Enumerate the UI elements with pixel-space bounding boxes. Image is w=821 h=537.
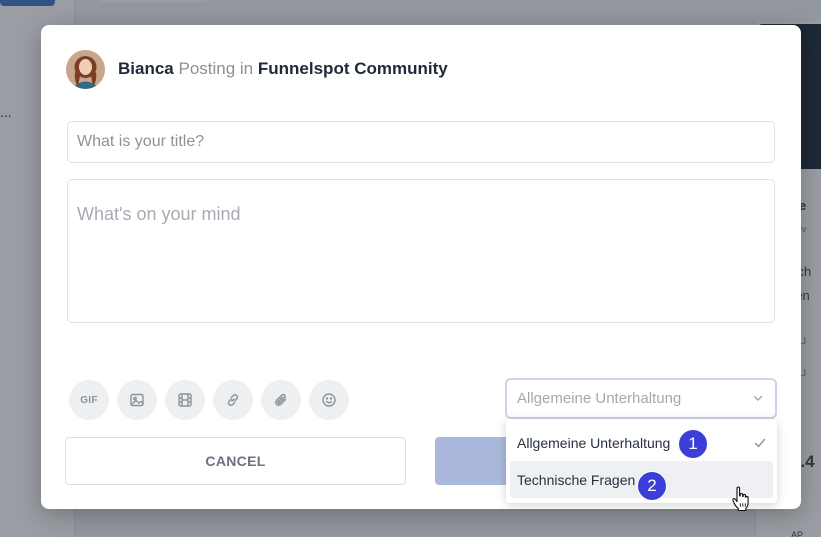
posting-in-label: Posting in <box>178 59 254 78</box>
post-header-text: Bianca Posting in Funnelspot Community <box>118 59 448 79</box>
post-header: Bianca Posting in Funnelspot Community <box>66 49 448 89</box>
cancel-button[interactable]: CANCEL <box>65 437 406 485</box>
check-icon <box>754 438 766 448</box>
category-option-allgemeine-unterhaltung[interactable]: Allgemeine Unterhaltung <box>510 424 773 461</box>
body-textarea[interactable] <box>67 179 775 323</box>
gif-label: GIF <box>80 394 98 406</box>
category-select[interactable]: Allgemeine Unterhaltung <box>505 378 777 419</box>
chevron-down-icon <box>753 395 763 401</box>
step-badge-1: 1 <box>678 429 708 459</box>
emoji-button[interactable] <box>309 380 349 420</box>
image-button[interactable] <box>117 380 157 420</box>
attachment-icon <box>275 393 287 406</box>
video-icon <box>178 393 192 407</box>
link-icon <box>227 394 239 406</box>
attachment-button[interactable] <box>261 380 301 420</box>
link-button[interactable] <box>213 380 253 420</box>
video-button[interactable] <box>165 380 205 420</box>
user-name[interactable]: Bianca <box>118 59 174 78</box>
composer-toolbar: GIF <box>69 380 349 420</box>
category-option-label: Technische Fragen <box>517 471 636 488</box>
category-select-value: Allgemeine Unterhaltung <box>517 390 682 407</box>
hand-cursor-icon <box>732 486 749 512</box>
gif-button[interactable]: GIF <box>69 380 109 420</box>
step-badge-2: 2 <box>637 471 667 501</box>
community-name[interactable]: Funnelspot Community <box>258 59 448 78</box>
category-option-label: Allgemeine Unterhaltung <box>517 434 671 451</box>
title-input[interactable] <box>67 121 775 163</box>
avatar <box>66 49 105 89</box>
image-icon <box>130 393 144 407</box>
emoji-icon <box>322 393 336 407</box>
